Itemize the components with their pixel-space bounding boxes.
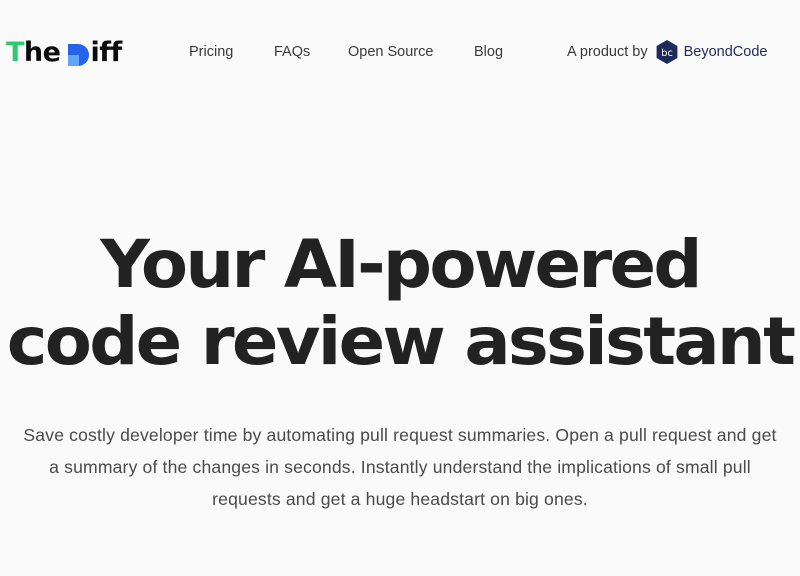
beyondcode-icon-text: bc xyxy=(661,48,673,59)
hero-title-line-2: code review assistant xyxy=(6,303,796,380)
hero-title: Your AI-powered code review assistant xyxy=(0,226,800,380)
logo-letters-iff: iff xyxy=(90,36,122,68)
nav-link-pricing[interactable]: Pricing xyxy=(189,42,233,62)
hero-heading-wrap: Your AI-powered code review assistant xyxy=(0,226,800,380)
hero-title-line-1: Your AI-powered xyxy=(100,226,702,303)
product-by: A product by bc BeyondCode xyxy=(567,39,767,65)
hero-subtitle: Save costly developer time by automating… xyxy=(23,425,777,509)
logo-letters-he: he xyxy=(23,36,61,68)
logo-d-icon xyxy=(68,42,90,66)
beyondcode-hexagon-icon: bc xyxy=(656,40,678,64)
nav-link-open-source[interactable]: Open Source xyxy=(348,42,433,62)
nav-link-blog[interactable]: Blog xyxy=(474,42,503,62)
beyondcode-brand-name: BeyondCode xyxy=(683,44,768,60)
nav-link-faqs[interactable]: FAQs xyxy=(274,42,310,62)
site-header: T he iff Pricing FAQs Open Source Blog A… xyxy=(0,0,800,104)
logo-letter-t: T xyxy=(6,36,24,68)
beyondcode-link[interactable]: bc BeyondCode xyxy=(656,40,768,64)
product-by-label: A product by xyxy=(567,44,648,60)
the-diff-logo[interactable]: T he iff xyxy=(6,36,122,68)
